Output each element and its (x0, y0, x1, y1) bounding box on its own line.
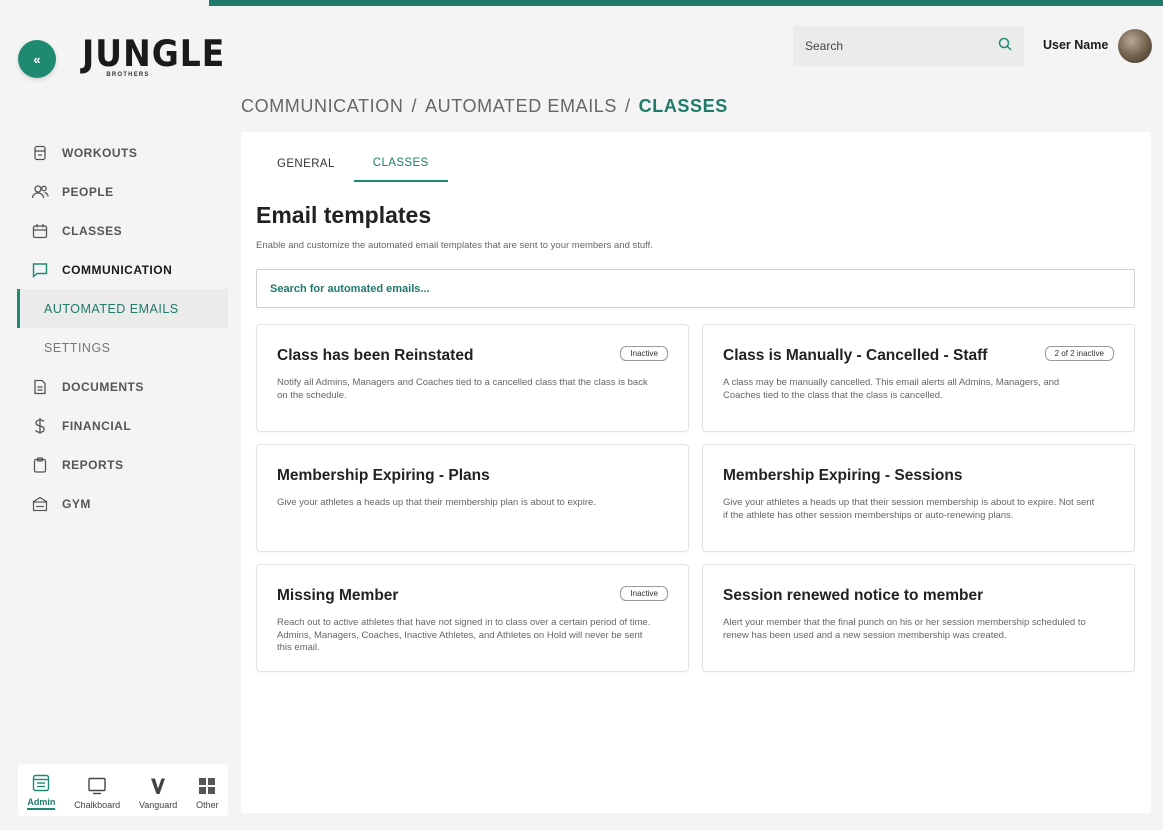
tab-general[interactable]: GENERAL (258, 146, 354, 182)
switcher-admin[interactable]: Admin (27, 772, 56, 810)
dollar-icon (30, 416, 50, 436)
switcher-label: Vanguard (138, 800, 178, 810)
card-title: Session renewed notice to member (723, 587, 984, 604)
switcher-vanguard[interactable]: Vanguard (139, 775, 177, 810)
email-template-card[interactable]: Session renewed notice to member Alert y… (702, 564, 1135, 672)
app-switcher: Admin Chalkboard Vanguard Other (18, 764, 228, 816)
sidebar-item-communication[interactable]: COMMUNICATION (0, 250, 235, 289)
vanguard-icon (150, 775, 166, 797)
sidebar-item-label: GYM (62, 496, 91, 511)
chat-icon (30, 260, 50, 280)
collapse-sidebar-button[interactable]: « (18, 40, 56, 78)
email-search-input[interactable] (270, 282, 1121, 295)
sidebar-item-people[interactable]: PEOPLE (0, 172, 235, 211)
logo[interactable]: JUNGLE BROTHERS (82, 31, 226, 90)
email-template-card[interactable]: Class has been Reinstated Inactive Notif… (256, 324, 689, 432)
avatar[interactable] (1118, 29, 1152, 63)
card-title: Membership Expiring - Sessions (723, 467, 963, 484)
card-title: Missing Member (277, 587, 399, 604)
sidebar-subitem-automated-emails[interactable]: AUTOMATED EMAILS (17, 289, 228, 328)
people-icon (30, 182, 50, 202)
status-badge: Inactive (620, 346, 668, 361)
sidebar-item-label: PEOPLE (62, 184, 114, 199)
switcher-label: Chalkboard (74, 800, 121, 810)
sidebar-item-workouts[interactable]: WORKOUTS (0, 133, 235, 172)
email-template-card[interactable]: Missing Member Inactive Reach out to act… (256, 564, 689, 672)
breadcrumb-item[interactable]: AUTOMATED EMAILS (425, 96, 617, 116)
sidebar-item-label: FINANCIAL (62, 418, 132, 433)
sidebar-subitem-settings[interactable]: SETTINGS (0, 328, 235, 367)
sidebar-item-label: DOCUMENTS (62, 379, 144, 394)
sidebar-item-label: REPORTS (62, 457, 124, 472)
sidebar-nav: WORKOUTS PEOPLE CLASSES COMMUNICATION AU… (0, 133, 235, 523)
email-search-field (256, 269, 1135, 308)
sidebar-item-label: COMMUNICATION (62, 262, 173, 277)
email-template-card[interactable]: Class is Manually - Cancelled - Staff 2 … (702, 324, 1135, 432)
breadcrumb-item[interactable]: COMMUNICATION (241, 96, 403, 116)
gym-icon (30, 494, 50, 514)
card-title: Class has been Reinstated (277, 347, 474, 364)
tab-classes[interactable]: CLASSES (353, 146, 448, 182)
calendar-icon (30, 221, 50, 241)
breadcrumb: COMMUNICATION / AUTOMATED EMAILS / CLASSES (241, 96, 728, 117)
email-template-card[interactable]: Membership Expiring - Plans Give your at… (256, 444, 689, 552)
main-panel: GENERAL CLASSES Email templates Enable a… (241, 132, 1151, 813)
email-template-card[interactable]: Membership Expiring - Sessions Give your… (702, 444, 1135, 552)
top-accent-bar (209, 0, 1163, 6)
user-name[interactable]: User Name (1043, 38, 1108, 52)
card-description: Reach out to active athletes that have n… (277, 617, 651, 653)
sidebar-item-label: CLASSES (62, 223, 123, 238)
switcher-other[interactable]: Other (196, 775, 219, 810)
sidebar-item-classes[interactable]: CLASSES (0, 211, 235, 250)
sidebar-item-documents[interactable]: DOCUMENTS (0, 367, 235, 406)
grid-icon (198, 775, 216, 797)
global-search (793, 26, 1024, 66)
card-description: Give your athletes a heads up that their… (723, 497, 1095, 521)
status-badge: Inactive (620, 586, 668, 601)
monitor-icon (87, 775, 107, 797)
card-description: Give your athletes a heads up that their… (277, 497, 596, 508)
page-title: Email templates (256, 202, 432, 228)
tab-bar: GENERAL CLASSES (258, 146, 448, 182)
status-badge: 2 of 2 inactive (1044, 346, 1114, 361)
breadcrumb-separator: / (411, 96, 418, 116)
sidebar-item-gym[interactable]: GYM (0, 484, 235, 523)
email-template-grid: Class has been Reinstated Inactive Notif… (256, 324, 1135, 672)
document-icon (30, 377, 50, 397)
logo-text: JUNGLE (82, 31, 226, 75)
workouts-icon (30, 143, 50, 163)
clipboard-icon (30, 455, 50, 475)
card-description: A class may be manually cancelled. This … (723, 377, 1060, 401)
sidebar: « JUNGLE BROTHERS WORKOUTS PEOPLE CLASSE… (0, 0, 235, 830)
sidebar-item-reports[interactable]: REPORTS (0, 445, 235, 484)
page-subtitle: Enable and customize the automated email… (256, 240, 653, 251)
switcher-label: Admin (27, 797, 56, 807)
search-icon[interactable] (998, 37, 1012, 56)
switcher-chalkboard[interactable]: Chalkboard (74, 775, 120, 810)
admin-icon (32, 772, 50, 794)
switcher-label: Other (196, 800, 219, 810)
sidebar-item-financial[interactable]: FINANCIAL (0, 406, 235, 445)
sidebar-item-label: WORKOUTS (62, 145, 138, 160)
breadcrumb-current: CLASSES (638, 96, 728, 116)
card-description: Notify all Admins, Managers and Coaches … (277, 377, 648, 401)
card-title: Membership Expiring - Plans (277, 467, 490, 484)
breadcrumb-separator: / (625, 96, 631, 116)
card-description: Alert your member that the final punch o… (723, 617, 1086, 641)
search-input[interactable] (805, 39, 998, 53)
